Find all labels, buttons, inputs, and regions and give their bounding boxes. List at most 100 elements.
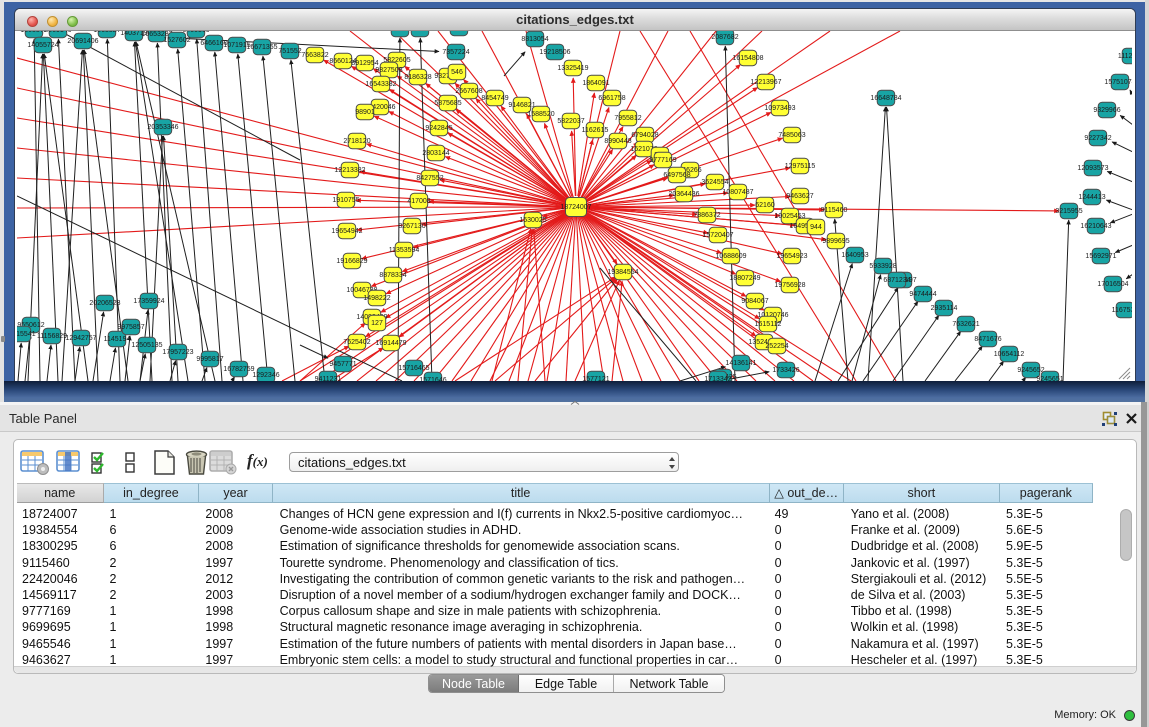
svg-text:751552: 751552 — [278, 48, 301, 55]
svg-text:9827503: 9827503 — [375, 67, 402, 74]
svg-text:19654942: 19654942 — [331, 228, 362, 235]
svg-text:2803144: 2803144 — [422, 150, 449, 157]
svg-text:19218506: 19218506 — [539, 49, 570, 56]
svg-text:9227342: 9227342 — [1084, 135, 1111, 142]
svg-text:98901: 98901 — [355, 109, 375, 116]
svg-text:9777169: 9777169 — [649, 157, 676, 164]
svg-text:944: 944 — [810, 224, 822, 231]
svg-text:1292346: 1292346 — [252, 372, 279, 379]
svg-text:20353346: 20353346 — [147, 124, 178, 131]
svg-text:16782759: 16782759 — [223, 366, 254, 373]
svg-text:8990448: 8990448 — [604, 138, 631, 145]
svg-text:7955812: 7955812 — [614, 115, 641, 122]
svg-text:19384554: 19384554 — [607, 269, 638, 276]
svg-text:1571646: 1571646 — [419, 377, 446, 384]
svg-text:12975115: 12975115 — [785, 163, 816, 170]
svg-text:1733426: 1733426 — [772, 367, 799, 374]
svg-text:5933928: 5933928 — [869, 263, 896, 270]
svg-text:6497568: 6497568 — [663, 172, 690, 179]
svg-text:2667608: 2667608 — [455, 88, 482, 95]
svg-text:12213382: 12213382 — [334, 167, 365, 174]
svg-text:12942757: 12942757 — [65, 335, 96, 342]
svg-text:12093573: 12093573 — [1077, 165, 1108, 172]
svg-text:19756928: 19756928 — [774, 282, 805, 289]
svg-text:1112045: 1112045 — [1118, 53, 1144, 60]
svg-text:9115460: 9115460 — [821, 207, 848, 214]
svg-text:1065327: 1065327 — [93, 27, 120, 34]
svg-text:12213967: 12213967 — [750, 79, 781, 86]
svg-text:127: 127 — [371, 320, 383, 327]
svg-text:5822037: 5822037 — [557, 118, 584, 125]
svg-text:16210643: 16210643 — [1080, 223, 1111, 230]
svg-text:7632621: 7632621 — [952, 321, 979, 328]
svg-text:6871234: 6871234 — [883, 277, 910, 284]
svg-text:16914479: 16914479 — [375, 340, 406, 347]
svg-text:13325419: 13325419 — [557, 65, 588, 72]
svg-text:9084067: 9084067 — [741, 298, 768, 305]
svg-text:1864091: 1864091 — [582, 80, 609, 87]
svg-text:15716465: 15716465 — [398, 365, 429, 372]
svg-text:8813054: 8813054 — [521, 36, 548, 43]
svg-text:252254: 252254 — [765, 343, 788, 350]
svg-text:1615112: 1615112 — [755, 321, 782, 328]
svg-text:17016504: 17016504 — [1097, 281, 1128, 288]
svg-text:1640953: 1640953 — [841, 252, 868, 259]
svg-text:10807487: 10807487 — [722, 189, 753, 196]
svg-text:1910755: 1910755 — [332, 197, 359, 204]
svg-text:3624554: 3624554 — [701, 179, 728, 186]
svg-text:20691406: 20691406 — [67, 38, 98, 45]
svg-text:19166829: 19166829 — [336, 258, 367, 265]
svg-text:15720407: 15720407 — [702, 232, 733, 239]
svg-text:1530025: 1530025 — [519, 217, 546, 224]
svg-text:16033809: 16033809 — [404, 26, 435, 33]
svg-text:2087682: 2087682 — [711, 34, 738, 41]
svg-text:19654923: 19654923 — [776, 253, 807, 260]
svg-text:1527602: 1527602 — [163, 37, 190, 44]
svg-text:9242845: 9242845 — [425, 125, 452, 132]
svg-text:9411231: 9411231 — [315, 376, 342, 383]
svg-text:11156829: 11156829 — [37, 333, 67, 340]
svg-text:1167533: 1167533 — [1112, 307, 1139, 314]
svg-text:9899695: 9899695 — [822, 238, 849, 245]
svg-text:9995817: 9995817 — [196, 356, 223, 363]
svg-text:7357224: 7357224 — [442, 49, 469, 56]
svg-text:2069140: 2069140 — [44, 27, 71, 34]
svg-text:3915541: 3915541 — [8, 331, 35, 338]
svg-text:20206523: 20206523 — [89, 300, 120, 307]
svg-text:16543382: 16543382 — [365, 81, 396, 88]
svg-text:8912954: 8912954 — [351, 60, 378, 67]
svg-text:17359924: 17359924 — [133, 298, 164, 305]
svg-text:8878334: 8878334 — [379, 272, 406, 279]
svg-text:6794028: 6794028 — [631, 132, 658, 139]
svg-text:1498222: 1498222 — [363, 295, 390, 302]
svg-text:9146821: 9146821 — [508, 102, 535, 109]
svg-text:8186328: 8186328 — [404, 74, 431, 81]
svg-text:2935114: 2935114 — [931, 305, 958, 312]
svg-text:8427552: 8427552 — [416, 175, 443, 182]
svg-text:3215955: 3215955 — [1055, 208, 1082, 215]
svg-text:10654112: 10654112 — [994, 351, 1025, 358]
svg-text:417008: 417008 — [407, 198, 430, 205]
svg-text:16648784: 16648784 — [870, 95, 901, 102]
svg-text:9245652: 9245652 — [1017, 367, 1044, 374]
svg-text:7485063: 7485063 — [778, 132, 805, 139]
svg-text:546: 546 — [451, 69, 463, 76]
svg-text:8267130: 8267130 — [398, 223, 425, 230]
svg-text:1713342: 1713342 — [704, 376, 731, 383]
svg-text:9245651: 9245651 — [1036, 376, 1063, 383]
svg-text:1577121: 1577121 — [582, 376, 609, 383]
svg-text:2718120: 2718120 — [343, 138, 370, 145]
svg-text:14136141: 14136141 — [725, 360, 756, 367]
svg-text:5875685: 5875685 — [434, 100, 461, 107]
svg-text:10973493: 10973493 — [764, 105, 795, 112]
svg-text:6466160: 6466160 — [182, 27, 209, 34]
svg-text:8471676: 8471676 — [974, 336, 1001, 343]
svg-text:15692971: 15692971 — [1085, 253, 1116, 260]
svg-text:15751074: 15751074 — [1104, 79, 1135, 86]
svg-text:9463627: 9463627 — [786, 193, 813, 200]
svg-text:6961758: 6961758 — [598, 95, 625, 102]
svg-text:9975857: 9975857 — [117, 324, 144, 331]
svg-text:1244413: 1244413 — [1078, 194, 1105, 201]
svg-text:10688609: 10688609 — [715, 253, 746, 260]
svg-text:12505135: 12505135 — [131, 342, 162, 349]
